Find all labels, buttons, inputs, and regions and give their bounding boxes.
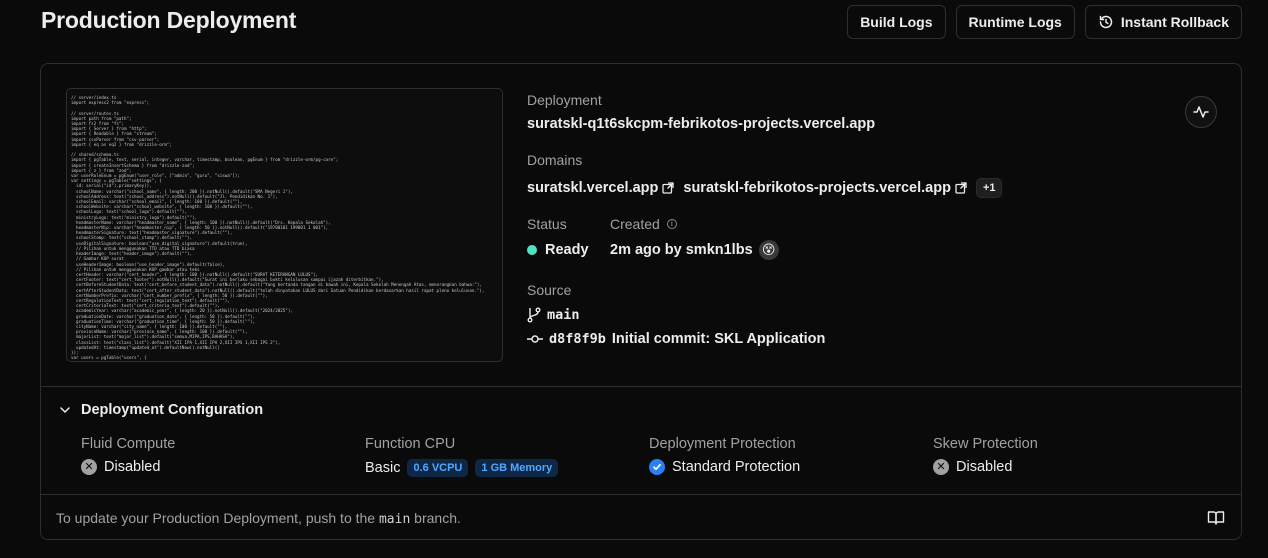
domain-link-primary[interactable]: suratskl.vercel.app xyxy=(527,180,675,196)
skew-protection-item: Skew Protection ✕ Disabled xyxy=(933,436,1213,475)
rollback-icon xyxy=(1099,15,1113,29)
book-icon[interactable] xyxy=(1207,509,1225,527)
deployment-configuration-toggle[interactable]: Deployment Configuration xyxy=(59,402,263,418)
fluid-compute-item: Fluid Compute ✕ Disabled xyxy=(81,436,361,475)
activity-button[interactable] xyxy=(1185,96,1217,128)
created-section: Created i 2m ago by smkn1lbs 😵 xyxy=(610,216,910,260)
function-cpu-label: Function CPU xyxy=(365,436,456,452)
runtime-logs-button[interactable]: Runtime Logs xyxy=(955,5,1075,39)
check-icon xyxy=(649,459,665,475)
fluid-compute-value: Disabled xyxy=(104,459,161,475)
deployment-protection-item: Deployment Protection Standard Protectio… xyxy=(649,436,929,475)
deployment-protection-value: Standard Protection xyxy=(672,459,801,475)
footer-text-before: To update your Production Deployment, pu… xyxy=(56,510,379,526)
fluid-compute-label: Fluid Compute xyxy=(81,436,176,452)
domains-label: Domains xyxy=(527,152,583,168)
status-dot-icon xyxy=(527,245,537,255)
disabled-icon: ✕ xyxy=(81,459,97,475)
deployment-label: Deployment xyxy=(527,92,602,108)
git-branch-icon xyxy=(527,307,541,323)
footer-text-after: branch. xyxy=(410,510,461,526)
function-cpu-item: Function CPU Basic 0.6 VCPU 1 GB Memory xyxy=(365,436,645,477)
disabled-icon: ✕ xyxy=(933,459,949,475)
footer: To update your Production Deployment, pu… xyxy=(41,494,1241,539)
more-domains-badge[interactable]: +1 xyxy=(975,178,1003,198)
function-cpu-value: Basic xyxy=(365,460,401,476)
instant-rollback-button[interactable]: Instant Rollback xyxy=(1084,5,1242,39)
created-value: 2m ago by smkn1lbs xyxy=(610,242,753,258)
info-icon[interactable]: i xyxy=(666,219,677,229)
avatar[interactable]: 😵 xyxy=(758,240,779,260)
domains-section: Domains suratskl.vercel.app suratskl-feb… xyxy=(527,152,1207,198)
status-value: Ready xyxy=(545,242,589,258)
commit-hash[interactable]: d8f8f9b xyxy=(549,331,606,347)
chevron-down-icon xyxy=(60,407,70,414)
deployment-section: Deployment suratskl-q1t6skcpm-febrikotos… xyxy=(527,92,1127,132)
created-label: Created xyxy=(610,216,660,232)
runtime-logs-label: Runtime Logs xyxy=(968,14,1062,30)
build-logs-label: Build Logs xyxy=(860,14,933,30)
top-actions: Build Logs Runtime Logs Instant Rollback xyxy=(847,5,1242,39)
page-title: Production Deployment xyxy=(41,7,297,33)
branch-name[interactable]: main xyxy=(547,307,580,323)
deployment-preview[interactable]: // server/index.ts import express2 from … xyxy=(66,88,503,362)
preview-code: // server/index.ts import express2 from … xyxy=(71,95,485,361)
divider xyxy=(41,386,1241,387)
git-commit-icon xyxy=(527,335,543,343)
source-section: Source main d8f8f9b Initial commit: SKL … xyxy=(527,282,1027,347)
external-link-icon xyxy=(955,182,967,194)
build-logs-button[interactable]: Build Logs xyxy=(847,5,946,39)
memory-badge: 1 GB Memory xyxy=(475,459,559,477)
footer-text: To update your Production Deployment, pu… xyxy=(56,510,461,527)
instant-rollback-label: Instant Rollback xyxy=(1120,14,1229,30)
external-link-icon xyxy=(662,182,675,194)
skew-protection-value: Disabled xyxy=(956,459,1013,475)
domain-link-secondary[interactable]: suratskl-febrikotos-projects.vercel.app xyxy=(683,180,967,196)
domain-text: suratskl-febrikotos-projects.vercel.app xyxy=(683,180,951,196)
skew-protection-label: Skew Protection xyxy=(933,436,1038,452)
source-label: Source xyxy=(527,282,572,298)
domain-text: suratskl.vercel.app xyxy=(527,180,659,196)
footer-branch: main xyxy=(378,512,411,527)
activity-icon xyxy=(1193,106,1209,118)
deployment-url-link[interactable]: suratskl-q1t6skcpm-febrikotos-projects.v… xyxy=(527,116,1127,132)
vcpu-badge: 0.6 VCPU xyxy=(407,459,469,477)
deployment-protection-label: Deployment Protection xyxy=(649,436,796,452)
deployment-card: // server/index.ts import express2 from … xyxy=(40,63,1242,540)
config-title: Deployment Configuration xyxy=(81,402,264,418)
commit-message[interactable]: Initial commit: SKL Application xyxy=(612,331,826,347)
